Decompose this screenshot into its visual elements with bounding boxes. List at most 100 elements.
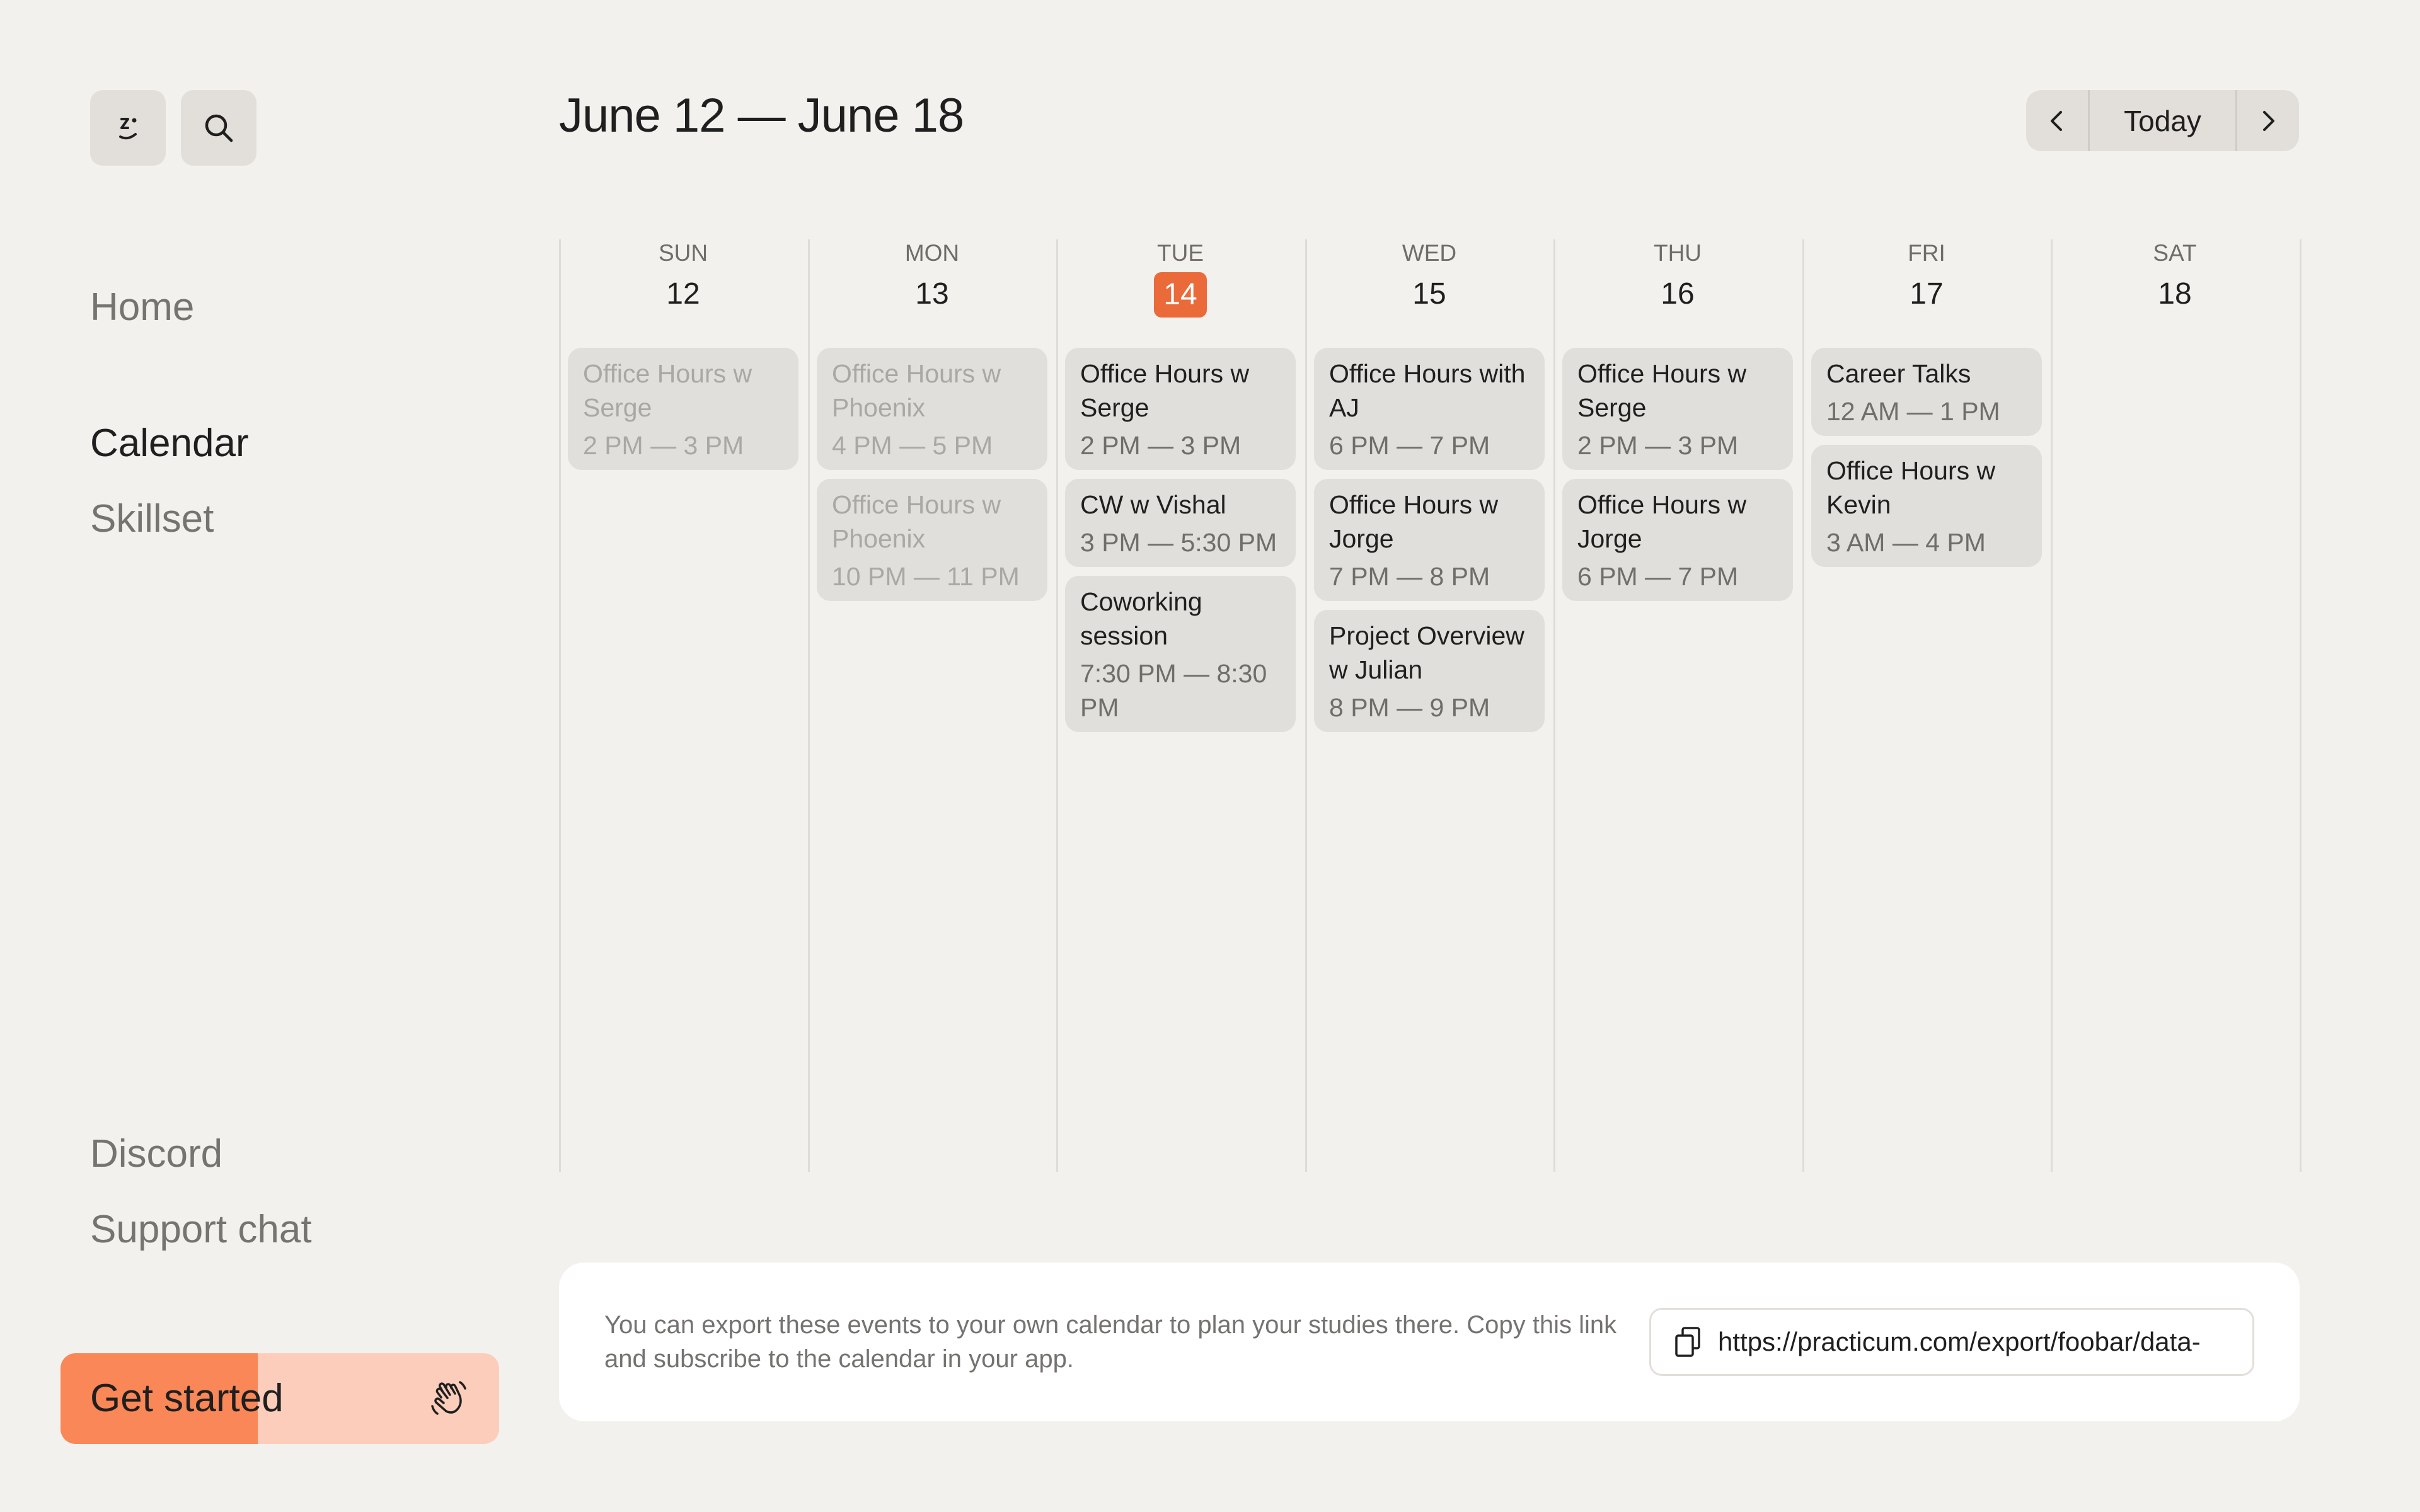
export-url: https://practicum.com/export/foobar/data…: [1718, 1327, 2201, 1356]
day-of-week: TUE: [1157, 240, 1204, 266]
day-column: FRI 17 Career Talks 12 AM — 1 PM Office Hour…: [1802, 239, 2051, 567]
day-number-text: 18: [2158, 277, 2192, 311]
nav-home[interactable]: Home: [90, 285, 194, 329]
day-header: MON 13: [808, 239, 1056, 316]
search-button[interactable]: [181, 90, 256, 166]
event-card[interactable]: Office Hours w Jorge 7 PM — 8 PM: [1314, 479, 1545, 601]
today-date-badge: 14: [1056, 272, 1305, 318]
day-column: SUN 12 Office Hours w Serge 2 PM — 3 PM: [559, 239, 807, 470]
week-range-title: June 12 — June 18: [559, 89, 964, 142]
week-navigation: Today: [2026, 90, 2299, 151]
chevron-left-icon: [2051, 110, 2062, 131]
day-column: WED 15 Office Hours with AJ 6 PM — 7 PM Offi…: [1305, 239, 1553, 732]
column-divider: [1802, 239, 1804, 1172]
column-divider: [1056, 239, 1058, 1172]
day-header: SUN 12: [559, 239, 807, 316]
nav-calendar[interactable]: Calendar: [90, 421, 249, 466]
copy-icon[interactable]: [1670, 1324, 1705, 1360]
previous-week-button[interactable]: [2026, 90, 2088, 151]
event-time: 3 PM — 5:30 PM: [1080, 528, 1277, 557]
day-header: THU 16: [1553, 239, 1802, 316]
day-of-week: FRI: [1908, 240, 1945, 266]
event-card[interactable]: Project Overview w Julian 8 PM — 9 PM: [1314, 610, 1545, 732]
day-header: TUE 14: [1056, 239, 1305, 318]
chevron-right-icon: [2263, 110, 2274, 131]
day-of-week: WED: [1402, 240, 1457, 266]
day-number-text: 17: [1910, 277, 1944, 311]
day-number-text: 16: [1661, 277, 1695, 311]
event-title: Office Hours w Phoenix: [832, 359, 1001, 422]
event-card[interactable]: Office Hours w Jorge 6 PM — 7 PM: [1562, 479, 1793, 601]
event-title: Office Hours w Serge: [1577, 359, 1747, 422]
event-title: CW w Vishal: [1080, 490, 1226, 519]
day-number-text: 14: [1154, 272, 1207, 318]
event-card[interactable]: CW w Vishal 3 PM — 5:30 PM: [1065, 479, 1296, 567]
event-time: 6 PM — 7 PM: [1577, 562, 1739, 591]
event-card[interactable]: Career Talks 12 AM — 1 PM: [1811, 348, 2042, 436]
event-title: Office Hours w Jorge: [1577, 490, 1747, 553]
search-icon: [205, 114, 233, 142]
day-of-week: SAT: [2153, 240, 2197, 266]
event-time: 7:30 PM — 8:30 PM: [1080, 659, 1267, 722]
event-card[interactable]: Office Hours w Kevin 3 AM — 4 PM: [1811, 445, 2042, 567]
event-title: Office Hours with AJ: [1329, 359, 1526, 422]
event-title: Office Hours w Phoenix: [832, 490, 1001, 553]
column-divider: [559, 239, 561, 1172]
day-number: 18: [2051, 272, 2299, 316]
day-column: TUE 14 Office Hours w Serge 2 PM — 3 PM CW w…: [1056, 239, 1305, 732]
event-card[interactable]: Coworking session 7:30 PM — 8:30 PM: [1065, 576, 1296, 732]
day-number: 17: [1802, 272, 2051, 316]
event-title: Office Hours w Serge: [1080, 359, 1250, 422]
day-number: 16: [1553, 272, 1802, 316]
event-time: 8 PM — 9 PM: [1329, 693, 1490, 722]
day-number: 15: [1305, 272, 1553, 316]
event-time: 2 PM — 3 PM: [1577, 431, 1739, 460]
event-card[interactable]: Office Hours with AJ 6 PM — 7 PM: [1314, 348, 1545, 470]
day-number: 13: [808, 272, 1056, 316]
calendar-grid: SUN 12 Office Hours w Serge 2 PM — 3 PM MON 1…: [559, 239, 2302, 1172]
day-header: FRI 17: [1802, 239, 2051, 316]
face-logo-icon: [119, 118, 137, 140]
event-time: 4 PM — 5 PM: [832, 431, 993, 460]
get-started-button[interactable]: Get started: [60, 1353, 499, 1444]
waving-hand-icon: [431, 1381, 466, 1415]
column-divider: [2300, 239, 2302, 1172]
event-card[interactable]: Office Hours w Serge 2 PM — 3 PM: [1065, 348, 1296, 470]
event-card[interactable]: Office Hours w Phoenix 4 PM — 5 PM: [817, 348, 1047, 470]
event-card[interactable]: Office Hours w Serge 2 PM — 3 PM: [1562, 348, 1793, 470]
day-number-text: 15: [1412, 277, 1446, 311]
nav-skillset[interactable]: Skillset: [90, 496, 214, 541]
event-time: 6 PM — 7 PM: [1329, 431, 1490, 460]
export-panel: You can export these events to your own …: [559, 1263, 2300, 1421]
day-column: MON 13 Office Hours w Phoenix 4 PM — 5 PM Of…: [808, 239, 1056, 601]
day-of-week: THU: [1653, 240, 1702, 266]
day-number-text: 13: [915, 277, 949, 311]
column-divider: [1553, 239, 1555, 1172]
event-card[interactable]: Office Hours w Phoenix 10 PM — 11 PM: [817, 479, 1047, 601]
get-started-label: Get started: [90, 1377, 284, 1420]
day-number-text: 12: [666, 277, 700, 311]
event-time: 7 PM — 8 PM: [1329, 562, 1490, 591]
event-title: Office Hours w Serge: [583, 359, 752, 422]
event-card[interactable]: Office Hours w Serge 2 PM — 3 PM: [568, 348, 798, 470]
event-time: 10 PM — 11 PM: [832, 562, 1020, 591]
day-of-week: SUN: [658, 240, 708, 266]
column-divider: [2051, 239, 2053, 1172]
nav-support-chat[interactable]: Support chat: [90, 1207, 312, 1252]
nav-discord[interactable]: Discord: [90, 1131, 222, 1176]
column-divider: [808, 239, 810, 1172]
export-link-field[interactable]: https://practicum.com/export/foobar/data…: [1649, 1308, 2254, 1376]
column-divider: [1305, 239, 1307, 1172]
logo-button[interactable]: [90, 90, 166, 166]
day-of-week: MON: [904, 240, 960, 266]
day-column: THU 16 Office Hours w Serge 2 PM — 3 PM Offi…: [1553, 239, 1802, 601]
today-button[interactable]: Today: [2088, 90, 2237, 151]
day-column: SAT 18: [2051, 239, 2299, 316]
event-time: 3 AM — 4 PM: [1826, 528, 1986, 557]
day-header: WED 15: [1305, 239, 1553, 316]
event-title: Project Overview w Julian: [1329, 621, 1524, 684]
next-week-button[interactable]: [2237, 90, 2299, 151]
day-header: SAT 18: [2051, 239, 2299, 316]
event-time: 2 PM — 3 PM: [1080, 431, 1242, 460]
export-instructions: You can export these events to your own …: [604, 1311, 1617, 1373]
